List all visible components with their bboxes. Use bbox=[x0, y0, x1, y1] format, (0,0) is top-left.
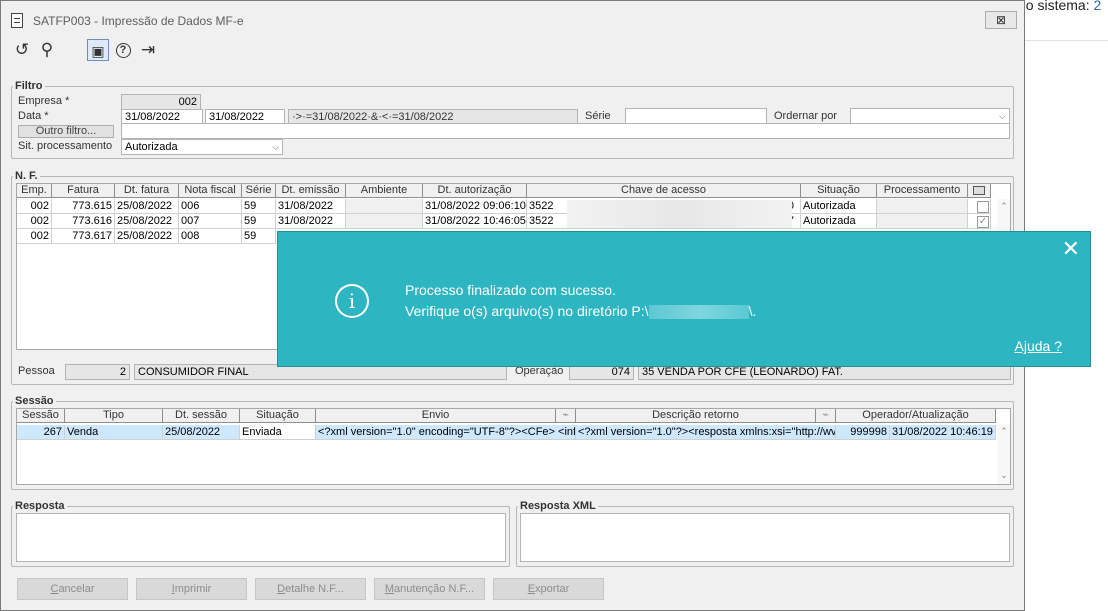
search-icon[interactable]: ⚲ bbox=[36, 39, 58, 61]
resposta-xml-textarea[interactable] bbox=[520, 513, 1010, 562]
exit-icon[interactable]: ⇥ bbox=[137, 39, 159, 61]
redacted-path bbox=[648, 305, 749, 320]
col-fatura[interactable]: Fatura bbox=[52, 184, 115, 198]
empresa-label: Empresa * bbox=[18, 95, 70, 107]
data-label: Data * bbox=[18, 110, 49, 122]
title-bar: SATFP003 - Impressão de Dados MF-e ⊠ bbox=[1, 1, 1024, 41]
help-icon[interactable]: ? bbox=[112, 39, 134, 61]
col-tipo[interactable]: Tipo bbox=[65, 409, 163, 423]
serie-label: Série bbox=[585, 110, 611, 122]
pessoa-label: Pessoa bbox=[18, 365, 55, 377]
filtro-legend: Filtro bbox=[15, 80, 43, 92]
toolbar: ↺ ⚲ ▣ ? ⇥ bbox=[9, 37, 189, 63]
col-operador[interactable]: Operador/Atualização bbox=[836, 409, 996, 423]
col-chave-acesso[interactable]: Chave de acesso bbox=[527, 184, 801, 198]
col-descricao-retorno[interactable]: Descrição retorno bbox=[576, 409, 816, 423]
sit-processamento-select[interactable]: Autorizada ⌵ bbox=[121, 139, 283, 155]
outro-filtro-button[interactable]: Outro filtro... bbox=[18, 125, 114, 138]
scroll-up-icon: ⌃ bbox=[1000, 426, 1008, 436]
col-dt-sessao[interactable]: Dt. sessão bbox=[163, 409, 240, 423]
sessao-legend: Sessão bbox=[15, 395, 54, 407]
pessoa-code-field: 2 bbox=[65, 364, 130, 380]
refresh-icon[interactable]: ↺ bbox=[11, 39, 33, 61]
nf-table-header: Emp. Fatura Dt. fatura Nota fiscal Série… bbox=[17, 184, 991, 198]
select-all-icon bbox=[973, 186, 985, 195]
ordenar-select[interactable]: ⌵ bbox=[850, 108, 1010, 124]
document-icon bbox=[11, 13, 23, 28]
chevron-down-icon: ⌵ bbox=[999, 111, 1006, 121]
redacted-chave bbox=[567, 200, 792, 228]
col-situacao[interactable]: Situação bbox=[801, 184, 877, 198]
row-checkbox[interactable]: ✓ bbox=[977, 216, 989, 228]
sessao-table-header: Sessão Tipo Dt. sessão Situação Envio ⌁ … bbox=[17, 409, 996, 423]
col-sessao[interactable]: Sessão bbox=[17, 409, 65, 423]
window-title: SATFP003 - Impressão de Dados MF-e bbox=[33, 14, 244, 28]
resposta-textarea[interactable] bbox=[16, 513, 506, 562]
table-row[interactable]: 002 773.617 25/08/2022 008 59 bbox=[17, 229, 276, 244]
col-envio-expand-icon[interactable]: ⌁ bbox=[556, 409, 576, 423]
col-dt-autorizacao[interactable]: Dt. autorização bbox=[423, 184, 527, 198]
detalhe-nf-button[interactable]: Detalhe N.F... bbox=[255, 578, 366, 600]
resposta-legend: Resposta bbox=[15, 500, 65, 512]
col-emp[interactable]: Emp. bbox=[17, 184, 52, 198]
col-dt-fatura[interactable]: Dt. fatura bbox=[115, 184, 179, 198]
col-serie[interactable]: Série bbox=[242, 184, 276, 198]
col-retorno-expand-icon[interactable]: ⌁ bbox=[816, 409, 836, 423]
row-checkbox[interactable] bbox=[977, 201, 989, 213]
outro-filtro-field[interactable] bbox=[121, 123, 1010, 139]
imprimir-button[interactable]: Imprimir bbox=[136, 578, 247, 600]
notification-line-2: Verifique o(s) arquivo(s) no diretório P… bbox=[405, 303, 757, 320]
notification-line-1: Processo finalizado com sucesso. bbox=[405, 282, 616, 298]
chevron-down-icon: ⌵ bbox=[272, 142, 279, 152]
col-situacao-sessao[interactable]: Situação bbox=[240, 409, 316, 423]
close-icon[interactable]: ✕ bbox=[1062, 238, 1080, 260]
resposta-xml-legend: Resposta XML bbox=[520, 500, 596, 512]
col-ambiente[interactable]: Ambiente bbox=[346, 184, 423, 198]
nf-legend: N. F. bbox=[15, 170, 38, 182]
cancelar-button[interactable]: Cancelar bbox=[17, 578, 128, 600]
background-divider bbox=[1025, 40, 1108, 41]
sessao-table: Sessão Tipo Dt. sessão Situação Envio ⌁ … bbox=[16, 408, 1011, 485]
success-notification: ✕ i Processo finalizado com sucesso. Ver… bbox=[277, 231, 1091, 367]
empresa-field[interactable]: 002 bbox=[121, 94, 201, 110]
table-row[interactable]: 002 773.615 25/08/2022 006 59 31/08/2022… bbox=[17, 199, 991, 214]
ordenar-label: Ordernar por bbox=[774, 110, 837, 122]
exportar-button[interactable]: Exportar bbox=[493, 578, 604, 600]
scroll-up-icon: ⌃ bbox=[1000, 201, 1008, 211]
col-select-all[interactable] bbox=[968, 184, 991, 198]
table-row[interactable]: 002 773.616 25/08/2022 007 59 31/08/2022… bbox=[17, 214, 991, 229]
col-envio[interactable]: Envio bbox=[316, 409, 556, 423]
manutencao-nf-button[interactable]: Manutenção N.F... bbox=[374, 578, 485, 600]
table-row[interactable]: 267 Venda 25/08/2022 Enviada <?xml versi… bbox=[17, 425, 996, 440]
col-dt-emissao[interactable]: Dt. emissão bbox=[276, 184, 346, 198]
calendar-icon[interactable]: ▣ bbox=[87, 39, 109, 61]
serie-field[interactable] bbox=[625, 108, 767, 124]
ajuda-link[interactable]: Ajuda ? bbox=[1015, 338, 1062, 354]
window-close-button[interactable]: ⊠ bbox=[985, 11, 1017, 29]
scroll-down-icon: ⌄ bbox=[1000, 470, 1008, 480]
col-nota-fiscal[interactable]: Nota fiscal bbox=[179, 184, 242, 198]
sit-processamento-label: Sit. processamento bbox=[18, 140, 113, 152]
sessao-scrollbar[interactable]: ⌃ ⌄ bbox=[997, 424, 1010, 484]
col-processamento[interactable]: Processamento bbox=[877, 184, 968, 198]
check-icon: ✓ bbox=[978, 216, 988, 227]
info-icon: i bbox=[335, 284, 369, 318]
background-text: do sistema: 2 bbox=[1018, 0, 1102, 13]
